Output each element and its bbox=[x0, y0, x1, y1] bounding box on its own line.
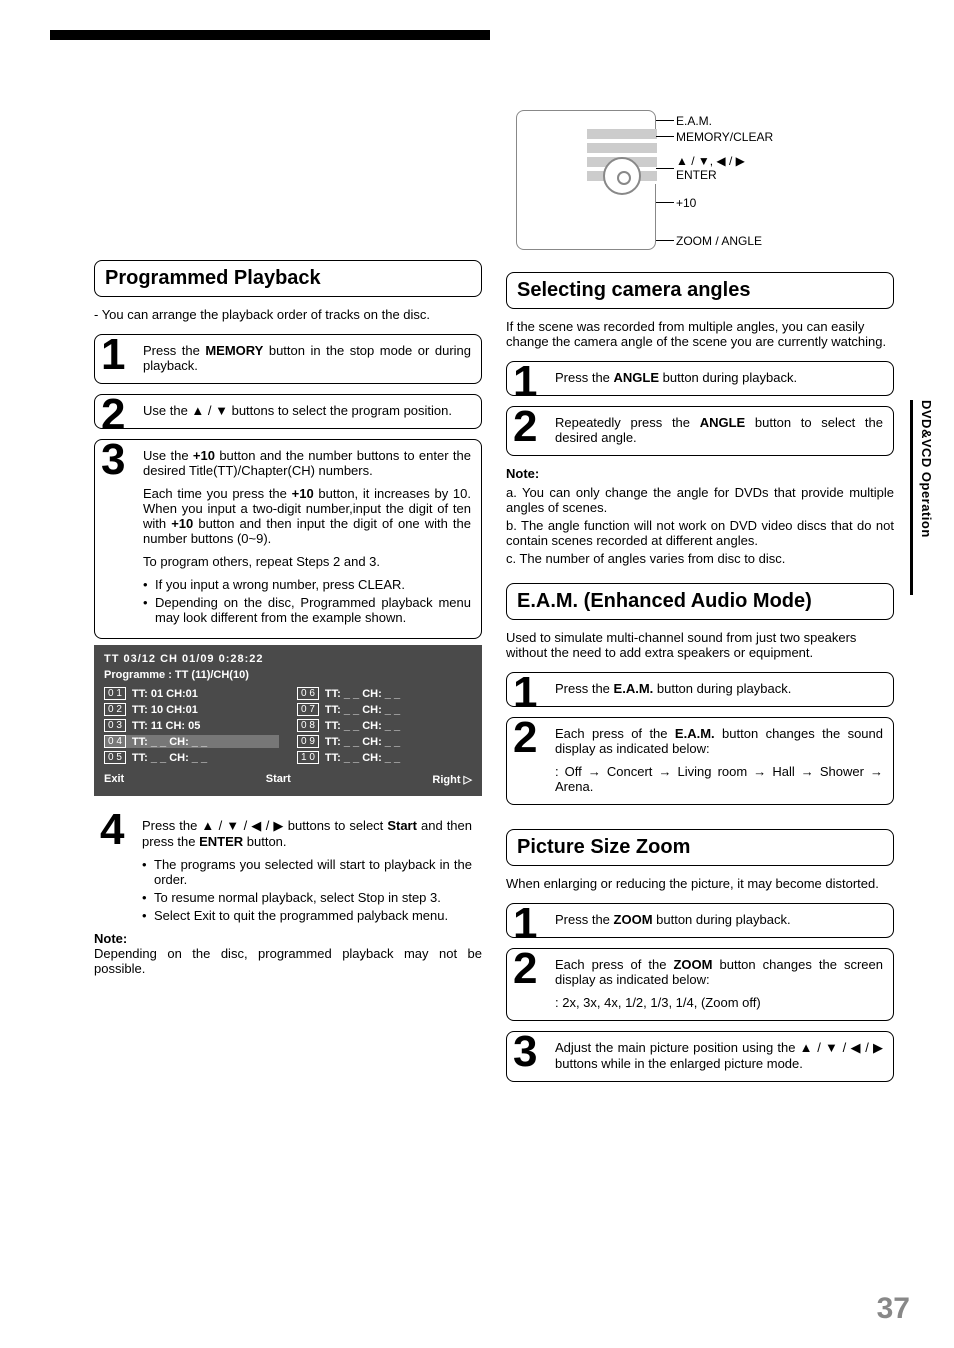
step1-memory: MEMORY bbox=[205, 343, 263, 358]
remote-dpad bbox=[603, 157, 641, 195]
osd-row: 1 0TT: _ _ CH: _ _ bbox=[297, 751, 472, 764]
angle-note-a: a. You can only change the angle for DVD… bbox=[506, 485, 894, 515]
prog-step-2: 2 Use the ▲ / ▼ buttons to select the pr… bbox=[94, 394, 482, 429]
osd-footer: Exit Start Right ▷ bbox=[104, 773, 472, 786]
osd-exit: Exit bbox=[104, 773, 124, 786]
right-column: E.A.M. MEMORY/CLEAR ▲ / ▼, ◀ / ▶ ENTER +… bbox=[506, 110, 894, 1092]
step3-p1: Each time you press the +10 button, it i… bbox=[143, 486, 471, 546]
page-number: 37 bbox=[877, 1292, 910, 1326]
osd-row: 0 1TT: 01 CH:01 bbox=[104, 687, 279, 700]
programmed-intro: - You can arrange the playback order of … bbox=[94, 307, 482, 322]
step3-b: +10 bbox=[193, 448, 215, 463]
step2-text: Use the ▲ / ▼ buttons to select the prog… bbox=[143, 403, 452, 418]
step4-bullet-1: The programs you selected will start to … bbox=[142, 857, 472, 887]
step4-d: ENTER bbox=[199, 834, 243, 849]
zoom-step-3: 3 Adjust the main picture position using… bbox=[506, 1031, 894, 1082]
step1-text-a: Press the bbox=[143, 343, 205, 358]
step3-a: Use the bbox=[143, 448, 193, 463]
angle-notes: a. You can only change the angle for DVD… bbox=[506, 485, 894, 566]
eam-step-2: 2 Each press of the E.A.M. button change… bbox=[506, 717, 894, 805]
osd-row: 0 8TT: _ _ CH: _ _ bbox=[297, 719, 472, 732]
eam-sequence: : Off → Concert → Living room → Hall → S… bbox=[555, 764, 883, 794]
remote-label-plus10: +10 bbox=[676, 196, 696, 210]
prog-step-3: 3 Use the +10 button and the number butt… bbox=[94, 439, 482, 639]
angle-note-b: b. The angle function will not work on D… bbox=[506, 518, 894, 548]
manual-page: DVD&VCD Operation Programmed Playback - … bbox=[0, 0, 954, 1348]
prog-note-body: Depending on the disc, programmed playba… bbox=[94, 946, 482, 976]
remote-figure: E.A.M. MEMORY/CLEAR ▲ / ▼, ◀ / ▶ ENTER +… bbox=[506, 110, 894, 260]
prog-step-4: 4 Press the ▲ / ▼ / ◀ / ▶ buttons to sel… bbox=[94, 810, 482, 923]
zoom-step3-text: Adjust the main picture position using t… bbox=[555, 1040, 883, 1071]
header-rule bbox=[50, 30, 490, 40]
remote-label-memory: MEMORY/CLEAR bbox=[676, 130, 773, 144]
remote-label-zoom: ZOOM / ANGLE bbox=[676, 234, 762, 248]
angles-intro: If the scene was recorded from multiple … bbox=[506, 319, 894, 349]
angle-note-heading: Note: bbox=[506, 466, 894, 481]
angle-note-c: c. The number of angles varies from disc… bbox=[506, 551, 894, 566]
step3-bullet-2: Depending on the disc, Programmed playba… bbox=[143, 595, 471, 625]
osd-start: Start bbox=[266, 773, 291, 786]
section-title-angles: Selecting camera angles bbox=[506, 272, 894, 309]
angle-step-1: 1 Press the ANGLE button during playback… bbox=[506, 361, 894, 396]
section-title-eam: E.A.M. (Enhanced Audio Mode) bbox=[506, 583, 894, 620]
prog-step-1: 1 Press the MEMORY button in the stop mo… bbox=[94, 334, 482, 384]
eam-step-1: 1 Press the E.A.M. button during playbac… bbox=[506, 672, 894, 707]
osd-right-btn: Right ▷ bbox=[432, 773, 472, 786]
step4-bullets: The programs you selected will start to … bbox=[142, 857, 472, 923]
step4-e: button. bbox=[243, 834, 286, 849]
side-tab-bar bbox=[910, 400, 913, 595]
step-number-2: 2 bbox=[101, 393, 125, 437]
osd-left-col: 0 1TT: 01 CH:01 0 2TT: 10 CH:01 0 3TT: 11 … bbox=[104, 687, 279, 767]
section-title-programmed: Programmed Playback bbox=[94, 260, 482, 297]
step4-bullet-2: To resume normal playback, select Stop i… bbox=[142, 890, 472, 905]
section-title-zoom: Picture Size Zoom bbox=[506, 829, 894, 866]
osd-right-col: 0 6TT: _ _ CH: _ _ 0 7TT: _ _ CH: _ _ 0 8T… bbox=[297, 687, 472, 767]
remote-outline bbox=[516, 110, 656, 250]
zoom-step-1: 1 Press the ZOOM button during playback. bbox=[506, 903, 894, 938]
osd-row: 0 5TT: _ _ CH: _ _ bbox=[104, 751, 279, 764]
angle-step-2: 2 Repeatedly press the ANGLE button to s… bbox=[506, 406, 894, 456]
prog-note-heading: Note: bbox=[94, 931, 482, 946]
zoom-sequence: : 2x, 3x, 4x, 1/2, 1/3, 1/4, (Zoom off) bbox=[555, 995, 883, 1010]
step-number-4: 4 bbox=[100, 808, 124, 852]
eam-intro: Used to simulate multi-channel sound fro… bbox=[506, 630, 894, 660]
left-column: Programmed Playback - You can arrange th… bbox=[94, 260, 482, 1092]
osd-row: 0 9TT: _ _ CH: _ _ bbox=[297, 735, 472, 748]
step3-bullets: If you input a wrong number, press CLEAR… bbox=[143, 577, 471, 625]
osd-row: 0 3TT: 11 CH: 05 bbox=[104, 719, 279, 732]
osd-row: 0 2TT: 10 CH:01 bbox=[104, 703, 279, 716]
step4-a: Press the ▲ / ▼ / ◀ / ▶ buttons to selec… bbox=[142, 818, 387, 833]
step-number-1: 1 bbox=[101, 333, 125, 377]
osd-row: 0 7TT: _ _ CH: _ _ bbox=[297, 703, 472, 716]
step-number-3: 3 bbox=[101, 438, 125, 482]
zoom-intro: When enlarging or reducing the picture, … bbox=[506, 876, 894, 891]
osd-top-line: TT 03/12 CH 01/09 0:28:22 bbox=[104, 653, 472, 665]
osd-row: 0 6TT: _ _ CH: _ _ bbox=[297, 687, 472, 700]
osd-programme-panel: TT 03/12 CH 01/09 0:28:22 Programme : TT… bbox=[94, 645, 482, 796]
step3-bullet-1: If you input a wrong number, press CLEAR… bbox=[143, 577, 471, 592]
osd-row: 0 4TT: _ _ CH: _ _ bbox=[104, 735, 279, 748]
step4-b: Start bbox=[387, 818, 417, 833]
step4-bullet-3: Select Exit to quit the programmed palyb… bbox=[142, 908, 472, 923]
step3-p2: To program others, repeat Steps 2 and 3. bbox=[143, 554, 471, 569]
remote-label-eam: E.A.M. bbox=[676, 114, 712, 128]
side-tab-label: DVD&VCD Operation bbox=[919, 400, 934, 538]
zoom-step-2: 2 Each press of the ZOOM button changes … bbox=[506, 948, 894, 1021]
osd-sub-line: Programme : TT (11)/CH(10) bbox=[104, 669, 472, 681]
remote-label-arrows: ▲ / ▼, ◀ / ▶ ENTER bbox=[676, 154, 745, 182]
